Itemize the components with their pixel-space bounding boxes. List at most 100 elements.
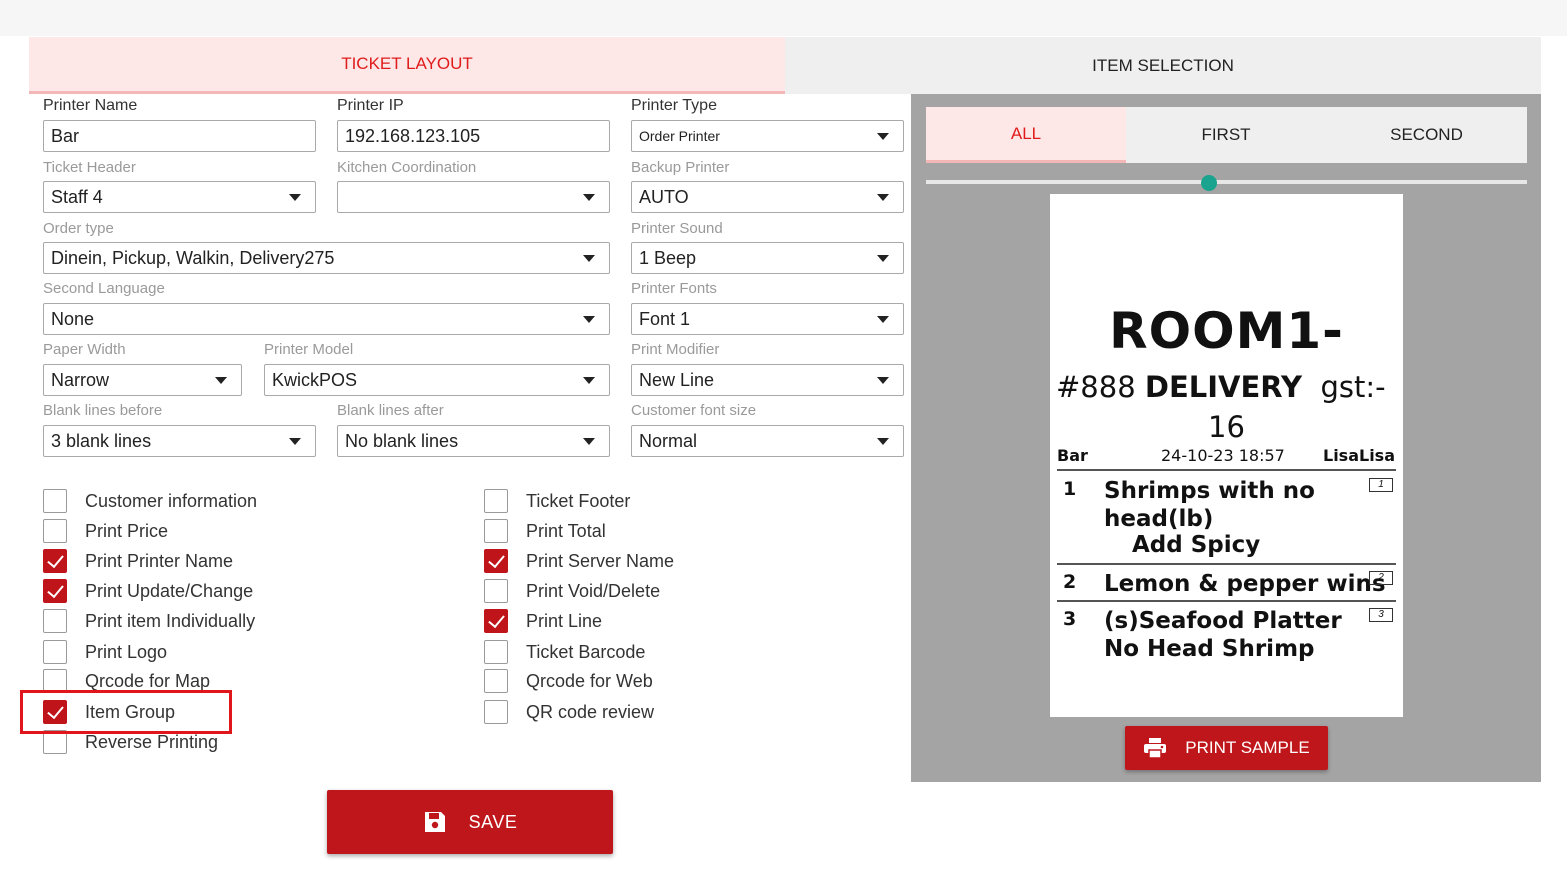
chevron-down-icon bbox=[583, 438, 595, 445]
preview-slider-thumb[interactable] bbox=[1201, 175, 1217, 191]
ticket-item-modifier: Add Spicy bbox=[1132, 532, 1261, 558]
checkbox-box-checked[interactable] bbox=[43, 579, 67, 603]
checkbox-print-update-change[interactable]: Print Update/Change bbox=[43, 579, 253, 603]
save-button[interactable]: SAVE bbox=[327, 790, 613, 854]
ticket-header-label: Ticket Header bbox=[43, 159, 136, 176]
checkbox-label: Print Void/Delete bbox=[526, 580, 661, 601]
printer-name-input[interactable]: Bar bbox=[43, 120, 316, 152]
tab-second[interactable]: SECOND bbox=[1326, 107, 1527, 163]
printer-fonts-label: Printer Fonts bbox=[631, 280, 717, 297]
save-button-label: SAVE bbox=[468, 811, 518, 832]
printer-ip-value: 192.168.123.105 bbox=[345, 125, 481, 146]
checkbox-box[interactable] bbox=[484, 579, 508, 603]
printer-sound-select[interactable]: 1 Beep bbox=[631, 242, 904, 274]
blank-lines-after-value: No blank lines bbox=[345, 430, 459, 451]
blank-lines-before-value: 3 blank lines bbox=[51, 430, 152, 451]
printer-name-label: Printer Name bbox=[43, 97, 138, 114]
tab-all[interactable]: ALL bbox=[926, 107, 1126, 163]
checkbox-box-checked[interactable] bbox=[484, 549, 508, 573]
checkbox-box[interactable] bbox=[484, 640, 508, 664]
printer-model-label: Printer Model bbox=[264, 341, 354, 358]
checkbox-label: Print Logo bbox=[85, 641, 168, 662]
order-type-label: Order type bbox=[43, 220, 114, 237]
printer-icon bbox=[1143, 737, 1167, 759]
printer-sound-value: 1 Beep bbox=[639, 247, 697, 268]
checkbox-label: Print Line bbox=[526, 610, 603, 631]
chevron-down-icon bbox=[877, 377, 889, 384]
checkbox-box[interactable] bbox=[43, 609, 67, 633]
tab-item-selection[interactable]: ITEM SELECTION bbox=[785, 37, 1541, 94]
preview-slider-track[interactable] bbox=[926, 180, 1527, 184]
checkbox-box-checked[interactable] bbox=[43, 549, 67, 573]
ticket-item-qty: 1 bbox=[1063, 478, 1077, 500]
checkbox-print-total[interactable]: Print Total bbox=[484, 519, 606, 543]
chevron-down-icon bbox=[583, 316, 595, 323]
second-language-select[interactable]: None bbox=[43, 303, 610, 335]
checkbox-box[interactable] bbox=[484, 489, 508, 513]
ticket-gst: gst:- bbox=[1320, 370, 1386, 404]
checkbox-print-printer-name[interactable]: Print Printer Name bbox=[43, 549, 233, 573]
ticket-header-select[interactable]: Staff 4 bbox=[43, 181, 316, 213]
checkbox-print-server-name[interactable]: Print Server Name bbox=[484, 549, 674, 573]
ticket-divider bbox=[1057, 600, 1396, 602]
checkbox-qr-code-review[interactable]: QR code review bbox=[484, 700, 654, 724]
floppy-disk-icon bbox=[423, 810, 447, 834]
tab-ticket-layout[interactable]: TICKET LAYOUT bbox=[29, 37, 785, 94]
printer-ip-label: Printer IP bbox=[337, 97, 404, 114]
checkbox-print-void-delete[interactable]: Print Void/Delete bbox=[484, 579, 660, 603]
backup-printer-select[interactable]: AUTO bbox=[631, 181, 904, 213]
kitchen-coordination-select[interactable] bbox=[337, 181, 610, 213]
checkbox-qrcode-for-web[interactable]: Qrcode for Web bbox=[484, 669, 653, 693]
ticket-item-name: (s)Seafood Platter bbox=[1104, 608, 1342, 634]
blank-lines-after-select[interactable]: No blank lines bbox=[337, 425, 610, 457]
checkbox-print-price[interactable]: Print Price bbox=[43, 519, 168, 543]
customer-font-size-select[interactable]: Normal bbox=[631, 425, 904, 457]
blank-lines-after-label: Blank lines after bbox=[337, 402, 444, 419]
checkbox-label: Qrcode for Web bbox=[526, 670, 653, 691]
tab-first[interactable]: FIRST bbox=[1126, 107, 1326, 163]
checkbox-print-line[interactable]: Print Line bbox=[484, 609, 602, 633]
checkbox-label: Ticket Barcode bbox=[526, 641, 646, 662]
checkbox-box[interactable] bbox=[43, 519, 67, 543]
printer-fonts-select[interactable]: Font 1 bbox=[631, 303, 904, 335]
print-modifier-select[interactable]: New Line bbox=[631, 364, 904, 396]
printer-type-value: Order Printer bbox=[639, 128, 720, 144]
chevron-down-icon bbox=[877, 255, 889, 262]
checkbox-print-logo[interactable]: Print Logo bbox=[43, 640, 167, 664]
checkbox-box[interactable] bbox=[484, 519, 508, 543]
printer-type-select[interactable]: Order Printer bbox=[631, 120, 904, 152]
printer-name-value: Bar bbox=[51, 125, 80, 146]
ticket-server-name: LisaLisa bbox=[1323, 446, 1395, 465]
checkbox-ticket-barcode[interactable]: Ticket Barcode bbox=[484, 640, 645, 664]
paper-width-label: Paper Width bbox=[43, 341, 126, 358]
checkbox-ticket-footer[interactable]: Ticket Footer bbox=[484, 489, 630, 513]
checkbox-box[interactable] bbox=[484, 700, 508, 724]
printer-ip-input[interactable]: 192.168.123.105 bbox=[337, 120, 610, 152]
checkbox-label: Print item Individually bbox=[85, 610, 256, 631]
checkbox-box[interactable] bbox=[43, 640, 67, 664]
ticket-item-tag: 3 bbox=[1369, 608, 1393, 622]
checkbox-box[interactable] bbox=[484, 669, 508, 693]
checkbox-label: Print Update/Change bbox=[85, 580, 254, 601]
chevron-down-icon bbox=[877, 316, 889, 323]
blank-lines-before-select[interactable]: 3 blank lines bbox=[43, 425, 316, 457]
print-sample-button[interactable]: PRINT SAMPLE bbox=[1125, 726, 1328, 770]
checkbox-label: Print Total bbox=[526, 520, 606, 541]
checkbox-print-item-individually[interactable]: Print item Individually bbox=[43, 609, 255, 633]
checkbox-label: Print Server Name bbox=[526, 550, 675, 571]
ticket-divider bbox=[1057, 563, 1396, 565]
ticket-item-name: Lemon & pepper wins bbox=[1104, 571, 1386, 597]
order-type-value: Dinein, Pickup, Walkin, Delivery275 bbox=[51, 247, 335, 268]
second-language-value: None bbox=[51, 308, 95, 329]
order-type-select[interactable]: Dinein, Pickup, Walkin, Delivery275 bbox=[43, 242, 610, 274]
chevron-down-icon bbox=[877, 194, 889, 201]
ticket-room: ROOM1- bbox=[1109, 302, 1344, 360]
printer-model-select[interactable]: KwickPOS bbox=[264, 364, 610, 396]
checkbox-customer-information[interactable]: Customer information bbox=[43, 489, 257, 513]
checkbox-box[interactable] bbox=[43, 489, 67, 513]
ticket-header-value: Staff 4 bbox=[51, 186, 103, 207]
ticket-preview: ROOM1- #888 DELIVERY gst:- 16 Bar 24-10-… bbox=[1050, 194, 1403, 717]
kitchen-coordination-label: Kitchen Coordination bbox=[337, 159, 477, 176]
checkbox-box-checked[interactable] bbox=[484, 609, 508, 633]
paper-width-select[interactable]: Narrow bbox=[43, 364, 242, 396]
